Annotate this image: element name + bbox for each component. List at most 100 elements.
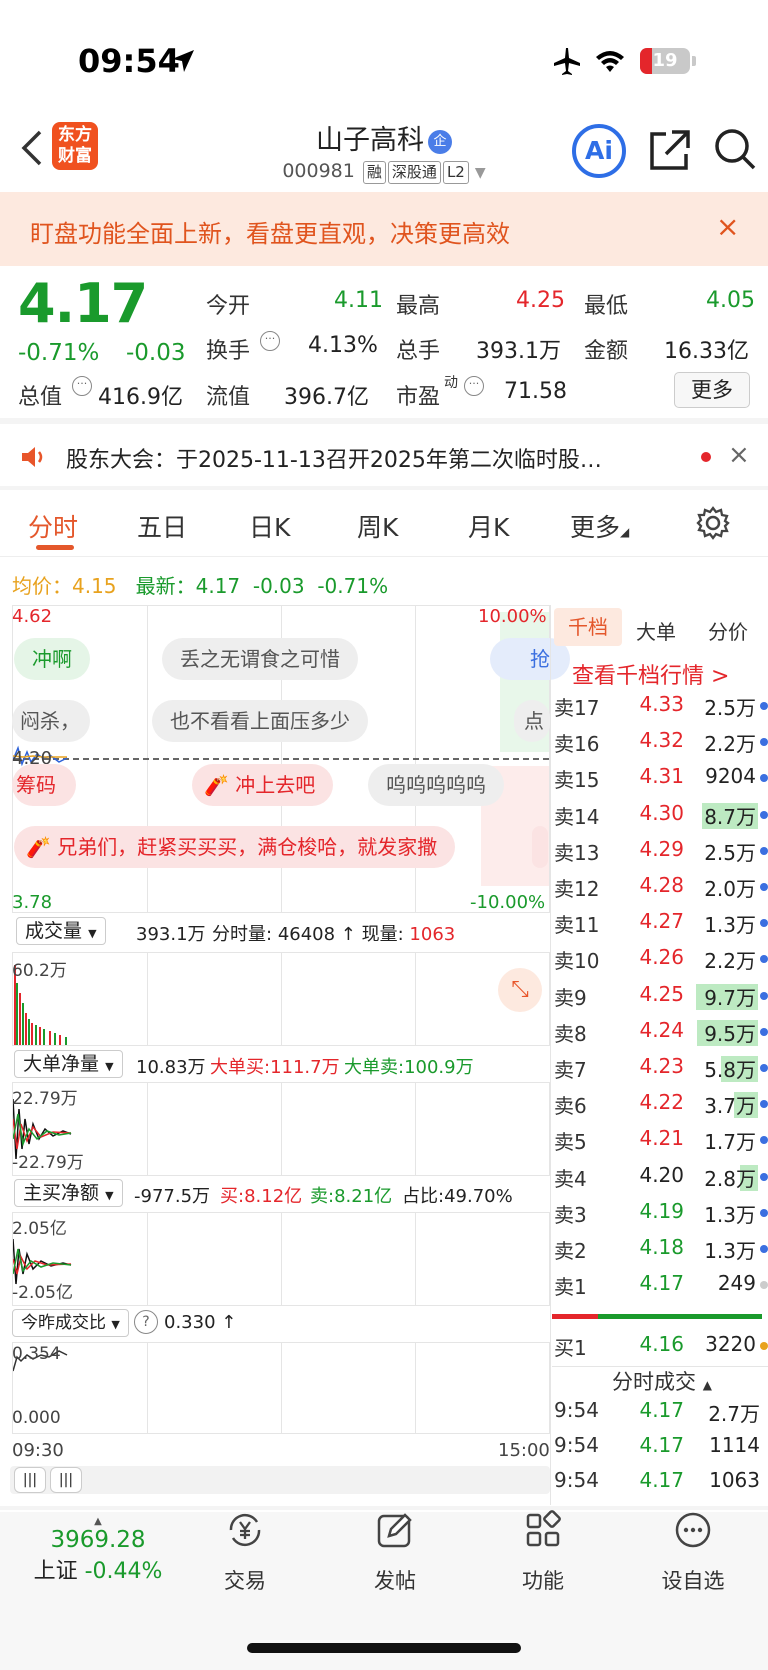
- ask-price: 4.23: [639, 1054, 684, 1078]
- status-dot: [760, 738, 768, 747]
- tab-more[interactable]: 更多◢: [570, 508, 629, 544]
- ask-label: 卖9: [554, 985, 587, 1010]
- amount-label: 金额: [584, 339, 629, 364]
- status-dot: [760, 1245, 768, 1253]
- ob-tab-price[interactable]: 分价: [708, 616, 748, 645]
- ask-row: 卖8 4.24 9.5万: [554, 1017, 768, 1052]
- ob-tab-levels[interactable]: 千档: [554, 608, 622, 646]
- ask-price: 4.33: [639, 692, 684, 716]
- nav-trade[interactable]: 交易: [190, 1510, 300, 1595]
- danmaku-bubble: 🧨 兄弟们，赶紧买买买，满仓梭哈，就发家撒: [14, 826, 456, 868]
- ask-volume: 2.5万: [704, 840, 756, 865]
- nav-add-watchlist[interactable]: 设自选: [638, 1510, 748, 1595]
- latest-price: 4.17: [195, 574, 241, 598]
- ask-label: 卖16: [554, 732, 600, 757]
- trade-price: 4.17: [639, 1398, 684, 1422]
- trade-time: 9:54: [554, 1398, 599, 1422]
- mainbuy-chart[interactable]: [12, 1212, 550, 1306]
- bid-row: 买1 4.16 3220: [554, 1332, 768, 1366]
- expand-icon[interactable]: ⤡: [498, 968, 542, 1012]
- battery-level: 19: [652, 50, 678, 71]
- promo-banner-text: 盯盘功能全面上新，看盘更直观，决策更高效: [30, 220, 510, 248]
- edit-icon: [377, 1513, 412, 1548]
- low-label: 最低: [584, 294, 629, 319]
- trade-time: 9:54: [554, 1433, 599, 1457]
- status-dot: [760, 883, 768, 891]
- search-icon[interactable]: [712, 126, 758, 172]
- nav-features[interactable]: 功能: [488, 1510, 598, 1595]
- index-widget[interactable]: ▲ 3969.28 上证 -0.44%: [18, 1516, 178, 1585]
- share-icon[interactable]: [648, 128, 692, 172]
- ratio-selector[interactable]: 今昨成交比 ▼: [12, 1309, 129, 1337]
- tab-daily-k[interactable]: 日K: [249, 508, 290, 544]
- ask-volume: 2.5万: [704, 696, 756, 720]
- dropdown-caret-icon[interactable]: ▼: [475, 165, 486, 181]
- settings-gear-icon[interactable]: [696, 506, 730, 540]
- ai-assistant-icon[interactable]: Ai: [572, 124, 626, 178]
- ratio-chart[interactable]: [12, 1342, 550, 1434]
- danmaku-bubble: 丢之无谓食之可惜: [162, 638, 358, 680]
- ask-row: 卖3 4.19 1.3万: [554, 1198, 768, 1233]
- ask-price: 4.17: [639, 1271, 684, 1296]
- danmaku-bubble: 也不看看上面压多少: [152, 700, 368, 742]
- mainbuy-selector[interactable]: 主买净额 ▼: [14, 1179, 123, 1207]
- trade-volume: 2.7万: [708, 1402, 760, 1426]
- tab-intraday[interactable]: 分时: [28, 508, 78, 544]
- bigorder-selector[interactable]: 大单净量 ▼: [14, 1050, 123, 1078]
- status-dot: [760, 1027, 768, 1036]
- ask-volume: 2.2万: [704, 949, 756, 974]
- tab-5day[interactable]: 五日: [137, 508, 187, 544]
- help-icon[interactable]: ?: [134, 1310, 158, 1334]
- scroll-handle-right-icon[interactable]: |||: [50, 1467, 82, 1493]
- banner-close-icon[interactable]: ×: [716, 210, 739, 243]
- notice-text[interactable]: 股东大会：于2025-11-13召开2025年第二次临时股…: [66, 442, 602, 474]
- ask-volume: 1.7万: [704, 1130, 756, 1155]
- trade-volume: 1063: [709, 1468, 760, 1492]
- nav-post[interactable]: 发帖: [340, 1510, 450, 1595]
- bigorder-chart[interactable]: [12, 1082, 550, 1176]
- danmaku-bubble: 🧨 冲上去吧: [192, 764, 334, 806]
- ask-price: 4.19: [639, 1198, 684, 1223]
- ask-label: 卖2: [554, 1239, 587, 1263]
- divider: [0, 556, 768, 557]
- volume-chart[interactable]: [12, 952, 550, 1046]
- scroll-handle-left-icon[interactable]: |||: [14, 1467, 46, 1493]
- mktcap-info-icon[interactable]: ···: [72, 376, 92, 396]
- ob-tab-bigorder[interactable]: 大单: [636, 616, 676, 645]
- pct-axis-bottom: -10.00%: [470, 892, 546, 913]
- chart-scrollbar[interactable]: ||| |||: [10, 1466, 550, 1494]
- tab-weekly-k[interactable]: 周K: [357, 508, 398, 544]
- ask-label: 卖13: [554, 840, 600, 865]
- turnover-info-icon[interactable]: ···: [260, 331, 280, 351]
- ask-label: 卖3: [554, 1202, 587, 1227]
- home-indicator[interactable]: [247, 1643, 521, 1653]
- pe-info-icon[interactable]: ···: [464, 376, 484, 396]
- volume-selector[interactable]: 成交量 ▼: [16, 917, 106, 945]
- ask-label: 卖14: [554, 804, 600, 829]
- unread-dot: [701, 452, 711, 462]
- status-dot: [760, 846, 768, 855]
- ask-volume: 2.8万: [704, 1166, 756, 1191]
- status-dot: [760, 919, 768, 928]
- ask-row: 卖14 4.30 8.7万: [554, 801, 768, 835]
- more-quote-button[interactable]: 更多: [674, 372, 750, 408]
- ask-price: 4.26: [639, 945, 684, 970]
- danmaku-bubble: [532, 826, 548, 868]
- y-axis-bottom: 3.78: [12, 892, 53, 913]
- ask-price: 4.24: [639, 1017, 684, 1042]
- ask-label: 卖4: [554, 1166, 587, 1191]
- danmaku-bubble: 闷杀，: [12, 700, 90, 742]
- ask-price: 4.29: [639, 836, 684, 861]
- ask-row: 卖5 4.21 1.7万: [554, 1126, 768, 1160]
- ask-volume: 5.8万: [704, 1058, 756, 1082]
- ask-row: 卖2 4.18 1.3万: [554, 1235, 768, 1269]
- trades-title[interactable]: 分时成交 ▲: [612, 1366, 712, 1396]
- tab-monthly-k[interactable]: 月K: [468, 508, 509, 544]
- turnover-label: 换手: [206, 339, 251, 364]
- amount-value: 16.33亿: [664, 339, 749, 364]
- ask-row: 卖12 4.28 2.0万: [554, 873, 768, 907]
- current-price: 4.17: [18, 272, 148, 335]
- notice-close-icon[interactable]: ×: [728, 440, 750, 470]
- view-levels-link[interactable]: 查看千档行情 >: [572, 658, 729, 690]
- firecracker-icon: 🧨: [26, 835, 51, 859]
